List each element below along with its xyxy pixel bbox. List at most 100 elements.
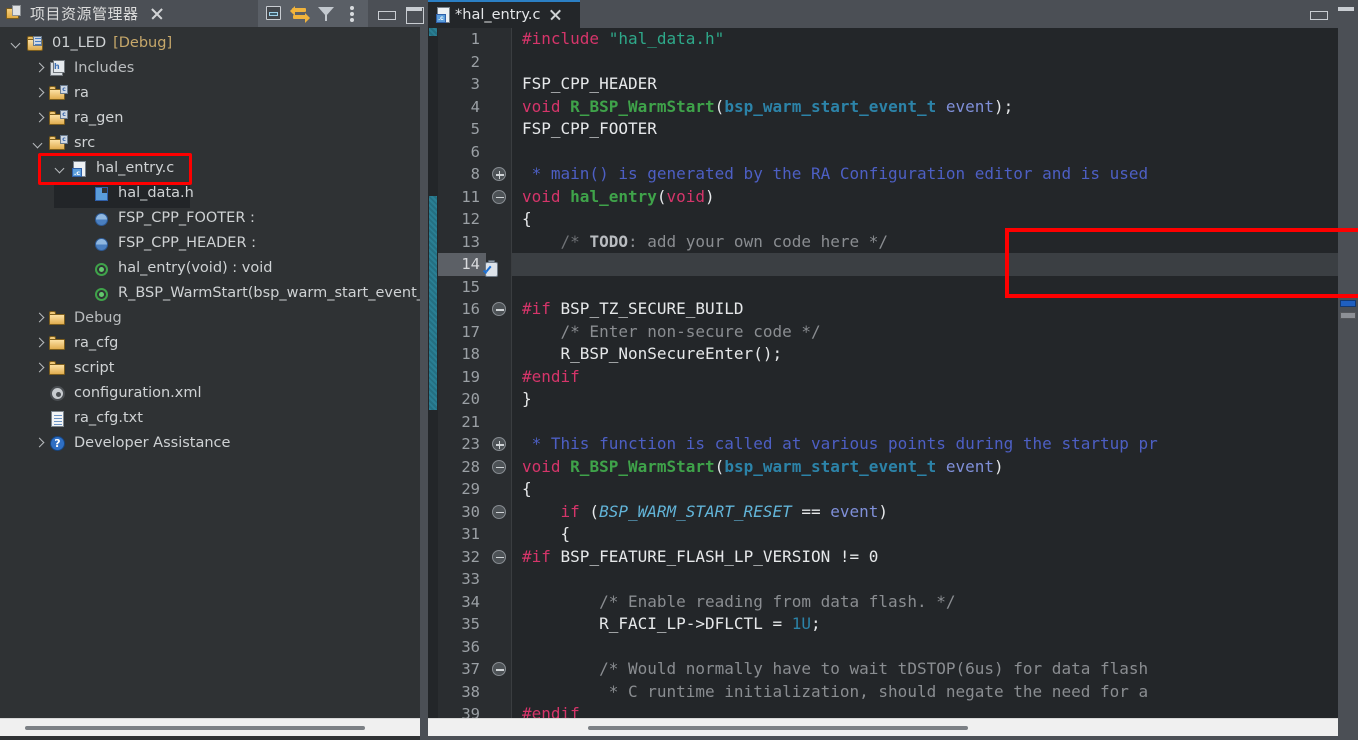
tree-item-src[interactable]: csrc [0, 131, 420, 156]
code-line[interactable]: /* TODO: add your own code here */ [512, 231, 1340, 254]
tree-item-hal-entry-void-void[interactable]: hal_entry(void) : void [0, 256, 420, 281]
fold-expand-icon[interactable] [492, 437, 506, 451]
code-line[interactable]: { [512, 478, 1340, 501]
code-line[interactable]: void R_BSP_WarmStart(bsp_warm_start_even… [512, 456, 1340, 479]
code-line[interactable]: * This function is called at various poi… [512, 433, 1340, 456]
project-tree[interactable]: 01_LED[Debug]hIncludescracra_gencsrc.cha… [0, 27, 420, 713]
tree-item-ra-gen[interactable]: cra_gen [0, 106, 420, 131]
fold-expand-icon[interactable] [492, 167, 506, 181]
code-line[interactable]: #endif [512, 703, 1340, 718]
code-token: R_BSP_NonSecureEnter(); [522, 344, 782, 363]
chevron-right-icon[interactable] [30, 431, 48, 456]
code-token: bsp_warm_start_event_t [724, 457, 936, 476]
tree-item-ra-cfg-txt[interactable]: ra_cfg.txt [0, 406, 420, 431]
code-line[interactable]: #if BSP_FEATURE_FLASH_LP_VERSION != 0 [512, 546, 1340, 569]
tree-spacer [74, 181, 92, 206]
filter-icon[interactable] [314, 2, 338, 25]
tree-item-configuration-xml[interactable]: configuration.xml [0, 381, 420, 406]
code-line[interactable]: /* Enter non-secure code */ [512, 321, 1340, 344]
chevron-right-icon[interactable] [30, 56, 48, 81]
editor-hscrollbar[interactable] [428, 718, 1340, 736]
tab-hal-entry-c[interactable]: .c *hal_entry.c [428, 0, 580, 28]
code-line[interactable]: void R_BSP_WarmStart(bsp_warm_start_even… [512, 96, 1340, 119]
todo-task-icon[interactable] [482, 260, 501, 278]
view-menu-icon[interactable] [340, 2, 364, 25]
overview-marker[interactable] [1340, 300, 1356, 307]
close-icon[interactable] [548, 8, 563, 23]
code-token: /* Enter non-secure code */ [522, 322, 821, 341]
code-line[interactable] [512, 636, 1340, 659]
fold-collapse-icon[interactable] [492, 662, 506, 676]
chevron-down-icon[interactable] [52, 156, 70, 181]
code-line[interactable]: void hal_entry(void) [512, 186, 1340, 209]
code-line[interactable]: /* Would normally have to wait tDSTOP(6u… [512, 658, 1340, 681]
c-folder-icon: c [48, 110, 68, 128]
code-line[interactable] [512, 568, 1340, 591]
code-line[interactable]: #if BSP_TZ_SECURE_BUILD [512, 298, 1340, 321]
scrollbar-thumb[interactable] [25, 726, 365, 730]
fold-collapse-icon[interactable] [492, 302, 506, 316]
code-line[interactable]: if (BSP_WARM_START_RESET == event) [512, 501, 1340, 524]
close-icon[interactable] [149, 6, 165, 22]
code-token: : add your own code here */ [628, 232, 888, 251]
tree-item-hal-entry-c[interactable]: .chal_entry.c [0, 156, 420, 181]
fold-collapse-icon[interactable] [492, 460, 506, 474]
fold-collapse-icon[interactable] [492, 505, 506, 519]
chevron-down-icon[interactable] [30, 131, 48, 156]
code-line[interactable] [512, 51, 1340, 74]
h-file-icon [92, 185, 112, 203]
minimize-button[interactable] [376, 4, 396, 24]
code-line[interactable]: R_FACI_LP->DFLCTL = 1U; [512, 613, 1340, 636]
tree-item-label: hal_entry.c [96, 156, 174, 181]
code-line[interactable]: { [512, 523, 1340, 546]
chevron-right-icon[interactable] [30, 306, 48, 331]
overview-marker[interactable] [1340, 312, 1356, 319]
code-line[interactable]: } [512, 388, 1340, 411]
scrollbar-thumb[interactable] [588, 726, 968, 730]
line-number: 17 [438, 321, 486, 344]
code-line[interactable] [512, 276, 1340, 299]
code-line[interactable]: { [512, 208, 1340, 231]
chevron-right-icon[interactable] [30, 81, 48, 106]
code-line[interactable]: FSP_CPP_FOOTER [512, 118, 1340, 141]
folding-gutter[interactable] [486, 28, 512, 718]
minimize-button[interactable] [1308, 4, 1328, 24]
maximize-button[interactable] [404, 4, 424, 24]
code-token: /* [522, 232, 589, 251]
fold-collapse-icon[interactable] [492, 550, 506, 564]
code-line[interactable] [512, 411, 1340, 434]
code-token: { [522, 209, 532, 228]
explorer-hscrollbar[interactable] [0, 718, 420, 736]
chevron-down-icon[interactable] [8, 31, 26, 56]
tree-item-includes[interactable]: hIncludes [0, 56, 420, 81]
link-with-editor-icon[interactable] [288, 2, 312, 25]
tree-item-fsp-cpp-header[interactable]: FSP_CPP_HEADER : [0, 231, 420, 256]
code-text[interactable]: #include "hal_data.h" FSP_CPP_HEADERvoid… [512, 28, 1340, 718]
code-line[interactable] [512, 253, 1340, 276]
tree-item-developer-assistance[interactable]: ?Developer Assistance [0, 431, 420, 456]
code-line[interactable]: #endif [512, 366, 1340, 389]
tree-item-ra[interactable]: cra [0, 81, 420, 106]
code-line[interactable]: #include "hal_data.h" [512, 28, 1340, 51]
tree-item-ra-cfg[interactable]: ra_cfg [0, 331, 420, 356]
code-viewport[interactable]: 1234568111213141516171819202123282930313… [428, 28, 1340, 718]
fold-collapse-icon[interactable] [492, 190, 506, 204]
overview-ruler[interactable] [1338, 0, 1358, 740]
code-line[interactable]: FSP_CPP_HEADER [512, 73, 1340, 96]
code-line[interactable]: * main() is generated by the RA Configur… [512, 163, 1340, 186]
code-line[interactable] [512, 141, 1340, 164]
tree-item-01-led[interactable]: 01_LED[Debug] [0, 31, 420, 56]
code-line[interactable]: /* Enable reading from data flash. */ [512, 591, 1340, 614]
chevron-right-icon[interactable] [30, 331, 48, 356]
collapse-all-icon[interactable] [262, 2, 286, 25]
tree-item-script[interactable]: script [0, 356, 420, 381]
panel-splitter[interactable] [420, 27, 428, 740]
tree-item-fsp-cpp-footer[interactable]: FSP_CPP_FOOTER : [0, 206, 420, 231]
code-line[interactable]: * C runtime initialization, should negat… [512, 681, 1340, 704]
tree-item-debug[interactable]: Debug [0, 306, 420, 331]
chevron-right-icon[interactable] [30, 356, 48, 381]
tree-item-r-bsp-warmstart-bsp-warm-start-event-t[interactable]: R_BSP_WarmStart(bsp_warm_start_event_t) [0, 281, 420, 306]
code-line[interactable]: R_BSP_NonSecureEnter(); [512, 343, 1340, 366]
tree-item-hal-data-h[interactable]: hal_data.h [0, 181, 420, 206]
chevron-right-icon[interactable] [30, 106, 48, 131]
